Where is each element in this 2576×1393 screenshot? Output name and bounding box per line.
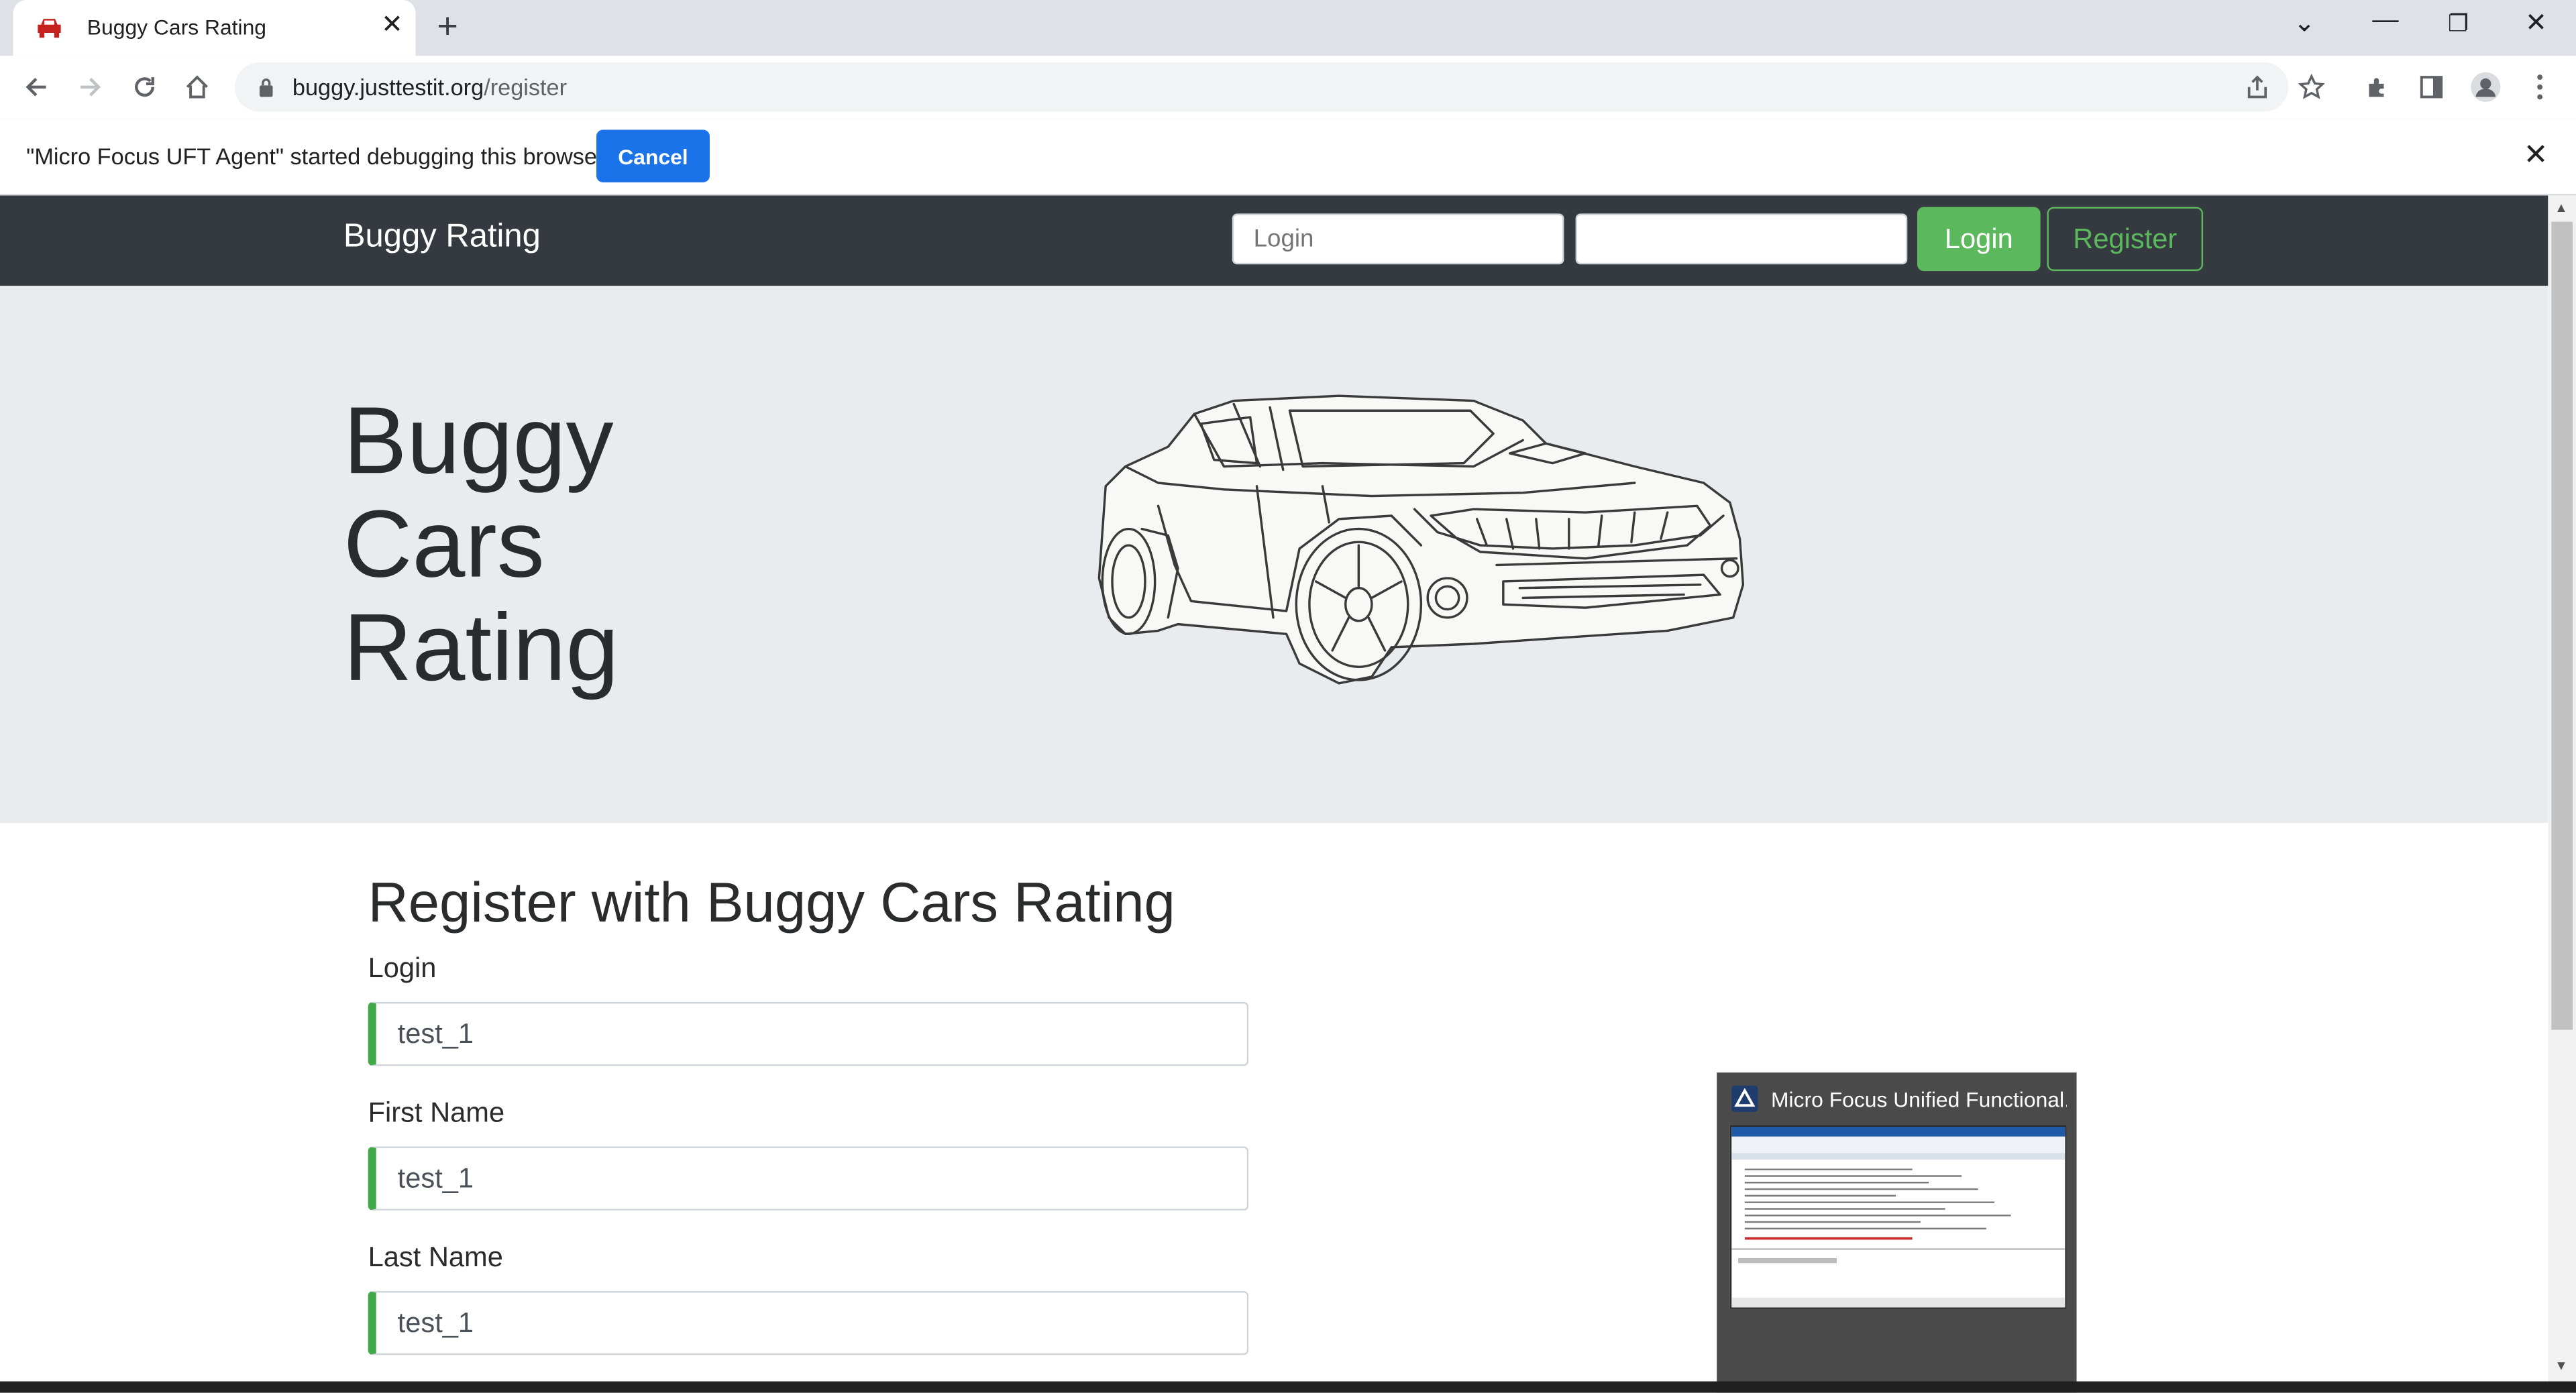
navbar-password-input[interactable] [1575, 213, 1908, 265]
tab-strip: Buggy Cars Rating ✕ + ⌄ — ❐ ✕ [0, 0, 2576, 56]
preview-thumbnail-image [1731, 1127, 2065, 1308]
navbar-brand[interactable]: Buggy Rating [343, 219, 541, 256]
uft-app-icon [1731, 1085, 1758, 1112]
close-tab-icon[interactable]: ✕ [381, 8, 403, 41]
share-icon[interactable] [2241, 70, 2273, 103]
cancel-debugging-button[interactable]: Cancel [596, 129, 710, 182]
page-scrollbar[interactable]: ▲ ▼ [2548, 195, 2576, 1382]
register-heading: Register with Buggy Cars Rating [368, 872, 1175, 935]
hero-title-line: Rating [343, 594, 619, 702]
window-close-icon[interactable]: ✕ [2525, 7, 2547, 40]
extensions-icon[interactable] [2361, 70, 2394, 103]
url-host: buggy.justtestit.org [292, 74, 484, 101]
scroll-up-arrow-icon[interactable]: ▲ [2555, 201, 2567, 215]
preview-title: Micro Focus Unified Functional... [1771, 1087, 2067, 1112]
hero-banner: Buggy Cars Rating [0, 286, 2548, 823]
address-bar[interactable]: buggy.justtestit.org/register [235, 62, 2289, 112]
url-text: buggy.justtestit.org/register [292, 74, 567, 100]
infobar-message: "Micro Focus UFT Agent" started debuggin… [26, 143, 605, 170]
restore-icon[interactable]: ❐ [2448, 10, 2469, 38]
back-icon[interactable] [16, 67, 56, 107]
infobar-close-icon[interactable]: ✕ [2524, 138, 2548, 172]
taskbar-window-preview[interactable]: Micro Focus Unified Functional... [1717, 1072, 2077, 1393]
new-tab-icon[interactable]: + [437, 5, 458, 48]
minimize-icon[interactable]: — [2372, 7, 2398, 36]
login-button[interactable]: Login [1917, 207, 2041, 272]
tab-title: Buggy Cars Rating [87, 15, 267, 40]
first-name-field[interactable] [368, 1146, 1249, 1211]
login-field[interactable] [368, 1001, 1249, 1066]
hero-title-line: Cars [343, 491, 545, 598]
chrome-menu-icon[interactable] [2524, 70, 2557, 103]
tab-search-icon[interactable]: ⌄ [2294, 7, 2316, 40]
login-label: Login [368, 952, 437, 984]
page-viewport: Buggy Rating Login Register Buggy Cars R… [0, 195, 2548, 1382]
profile-avatar-icon[interactable] [2469, 70, 2502, 103]
hero-title: Buggy Cars Rating [343, 389, 705, 700]
navbar-login-input[interactable] [1232, 213, 1564, 265]
hero-title-line: Buggy [343, 387, 614, 495]
os-taskbar [0, 1381, 2576, 1393]
lock-icon [259, 78, 273, 97]
browser-tab[interactable]: Buggy Cars Rating ✕ [13, 0, 416, 56]
debug-infobar: "Micro Focus UFT Agent" started debuggin… [0, 118, 2576, 196]
register-button[interactable]: Register [2047, 207, 2204, 272]
car-sketch-image [1097, 394, 1745, 685]
last-name-field[interactable] [368, 1290, 1249, 1355]
last-name-label: Last Name [368, 1241, 503, 1273]
browser-toolbar: buggy.justtestit.org/register [0, 56, 2576, 120]
bookmark-star-icon[interactable] [2295, 70, 2328, 103]
home-icon[interactable] [177, 67, 217, 107]
preview-thumbnail [1729, 1125, 2067, 1309]
scroll-down-arrow-icon[interactable]: ▼ [2555, 1358, 2567, 1373]
forward-icon[interactable] [70, 67, 110, 107]
site-navbar: Buggy Rating Login Register [0, 195, 2548, 286]
first-name-label: First Name [368, 1097, 505, 1129]
car-favicon-icon [38, 19, 61, 38]
scrollbar-thumb[interactable] [2551, 221, 2573, 1030]
url-path: /register [484, 74, 568, 101]
side-panel-icon[interactable] [2415, 70, 2448, 103]
reload-icon[interactable] [125, 67, 164, 107]
